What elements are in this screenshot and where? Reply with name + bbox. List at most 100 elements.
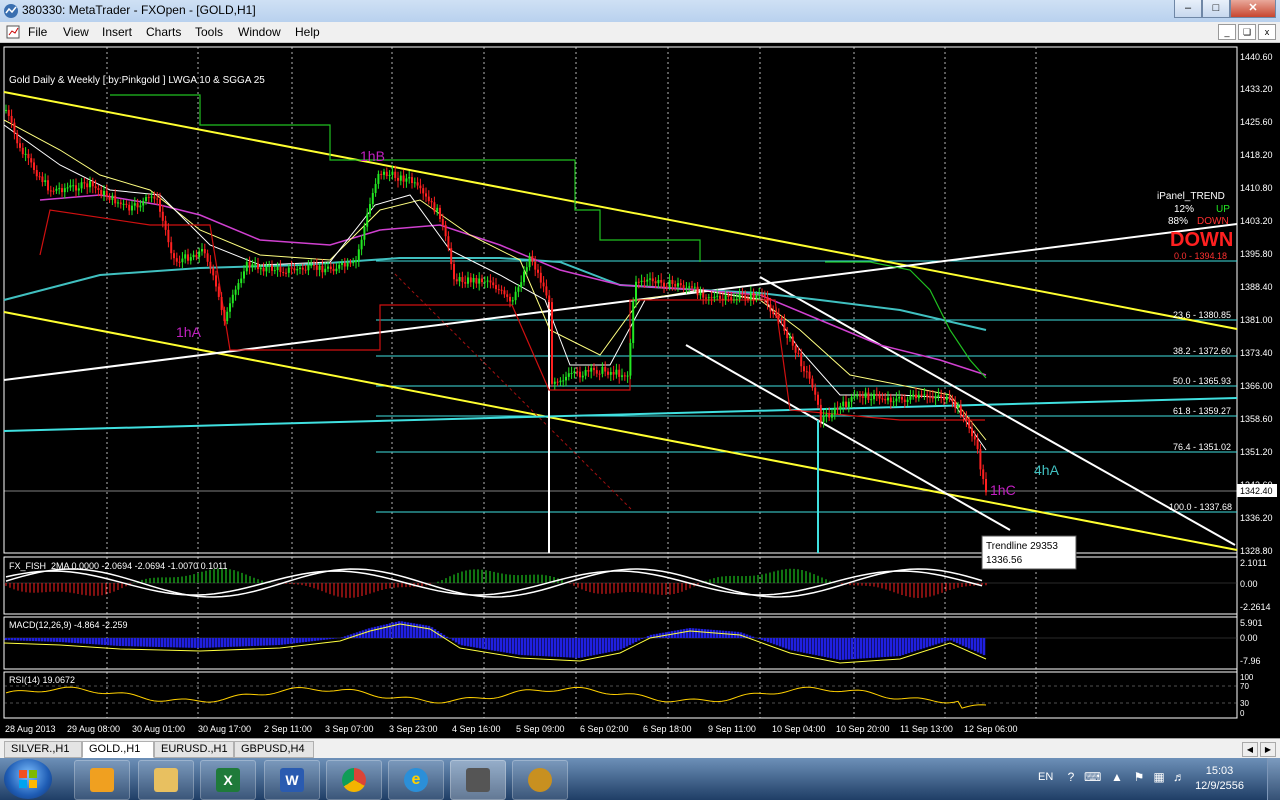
- show-desktop-button[interactable]: [1267, 758, 1280, 800]
- price-tick: 1351.20: [1240, 447, 1273, 457]
- candle-body: [94, 186, 97, 189]
- candle-body: [682, 285, 685, 289]
- candle-body: [917, 394, 920, 399]
- candle-body: [19, 143, 21, 148]
- taskbar-internet-explorer[interactable]: e: [388, 760, 444, 800]
- start-button[interactable]: [4, 759, 52, 799]
- candle-body: [957, 405, 959, 408]
- price-tick: 1373.40: [1240, 348, 1273, 358]
- candle-body: [640, 280, 643, 282]
- candle-body: [749, 292, 752, 300]
- menu-file[interactable]: File: [28, 25, 47, 39]
- candle-body: [934, 396, 937, 399]
- taskbar-excel[interactable]: X: [200, 760, 256, 800]
- candle-body: [581, 375, 584, 378]
- menu-tools[interactable]: Tools: [195, 25, 223, 39]
- price-tick: 1425.60: [1240, 117, 1273, 127]
- taskbar-media-player[interactable]: [74, 760, 130, 800]
- candle-body: [472, 277, 475, 283]
- candle-body: [702, 292, 705, 298]
- candle-body: [565, 376, 567, 381]
- taskbar-gold-app[interactable]: [512, 760, 568, 800]
- rsi-label: RSI(14) 19.0672: [9, 675, 75, 685]
- candle-body: [635, 281, 637, 302]
- menu-insert[interactable]: Insert: [102, 25, 132, 39]
- candle-body: [906, 399, 909, 403]
- candle-body: [783, 319, 786, 331]
- candle-body: [352, 262, 355, 264]
- mdi-restore-button[interactable]: ❏: [1238, 24, 1256, 40]
- taskbar-chrome[interactable]: [326, 760, 382, 800]
- ipanel-big-trend: DOWN: [1170, 229, 1233, 251]
- candle-body: [733, 299, 735, 301]
- mdi-close-button[interactable]: x: [1258, 24, 1276, 40]
- taskbar-metatrader[interactable]: [450, 760, 506, 800]
- keyboard-icon[interactable]: ⌨: [1084, 770, 1101, 784]
- candle-body: [545, 286, 548, 296]
- action-center-flag-icon[interactable]: ⚑: [1132, 770, 1146, 784]
- candle-body: [374, 183, 377, 193]
- candle-body: [836, 407, 839, 410]
- candle-body: [797, 352, 800, 354]
- candle-body: [461, 277, 464, 283]
- candle-body: [77, 188, 80, 191]
- candle-body: [839, 406, 842, 410]
- tab-gold[interactable]: GOLD.,H1: [82, 741, 154, 758]
- candle-body: [16, 133, 19, 144]
- menu-window[interactable]: Window: [238, 25, 281, 39]
- mdi-minimize-button[interactable]: _: [1218, 24, 1236, 40]
- candle-body: [371, 192, 374, 205]
- candle-body: [215, 275, 217, 287]
- candle-body: [579, 371, 581, 378]
- help-icon[interactable]: ?: [1064, 770, 1078, 784]
- candle-body: [920, 394, 923, 396]
- candle-body: [192, 254, 195, 258]
- candle-body: [150, 196, 153, 198]
- candle-body: [324, 268, 327, 273]
- candle-body: [699, 292, 702, 296]
- tab-eurusd[interactable]: EURUSD.,H1: [154, 741, 234, 758]
- menu-charts[interactable]: Charts: [146, 25, 181, 39]
- menu-help[interactable]: Help: [295, 25, 320, 39]
- maximize-button[interactable]: □: [1202, 0, 1230, 18]
- candle-body: [929, 396, 931, 398]
- chart-area[interactable]: Gold Daily & Weekly [ by:Pinkgold ] LWGA…: [0, 44, 1280, 738]
- candle-body: [33, 162, 35, 171]
- menu-view[interactable]: View: [63, 25, 89, 39]
- tab-scroll-right-button[interactable]: ▶: [1260, 742, 1276, 757]
- candle-body: [609, 372, 612, 375]
- taskbar-word[interactable]: W: [264, 760, 320, 800]
- magenta-ma: [39, 194, 987, 376]
- tab-gbpusd[interactable]: GBPUSD,H4: [234, 741, 314, 758]
- language-indicator[interactable]: EN: [1038, 771, 1053, 783]
- gold-app-icon: [528, 768, 552, 792]
- volume-icon[interactable]: ♬: [1172, 770, 1186, 784]
- candle-body: [618, 369, 621, 377]
- candle-body: [705, 297, 707, 299]
- fib-label: 38.2 - 1372.60: [1173, 346, 1231, 356]
- candle-body: [850, 397, 853, 402]
- price-chart[interactable]: Gold Daily & Weekly [ by:Pinkgold ] LWGA…: [0, 44, 1280, 738]
- tab-scroll-left-button[interactable]: ◀: [1242, 742, 1258, 757]
- close-button[interactable]: ✕: [1230, 0, 1276, 18]
- candle-body: [752, 292, 755, 299]
- taskbar-file-explorer[interactable]: [138, 760, 194, 800]
- tab-silver[interactable]: SILVER.,H1: [4, 741, 82, 758]
- minimize-button[interactable]: –: [1174, 0, 1202, 18]
- tray-arrow-icon[interactable]: ▲: [1110, 770, 1124, 784]
- clock-date: 12/9/2556: [1195, 780, 1244, 792]
- rsi-axis-tick: 0: [1240, 709, 1245, 718]
- time-tick: 11 Sep 13:00: [900, 724, 953, 734]
- candle-body: [556, 381, 559, 383]
- candle-body: [332, 268, 335, 272]
- candle-body: [75, 185, 77, 191]
- candle-body: [38, 176, 41, 178]
- clock[interactable]: 15:03 12/9/2556: [1195, 764, 1244, 794]
- price-tick: 1388.40: [1240, 282, 1273, 292]
- candle-body: [159, 199, 161, 212]
- network-icon[interactable]: ▦: [1152, 770, 1166, 784]
- candle-body: [716, 295, 719, 297]
- candle-body: [744, 295, 747, 299]
- candle-body: [542, 282, 545, 287]
- candle-body: [881, 398, 884, 400]
